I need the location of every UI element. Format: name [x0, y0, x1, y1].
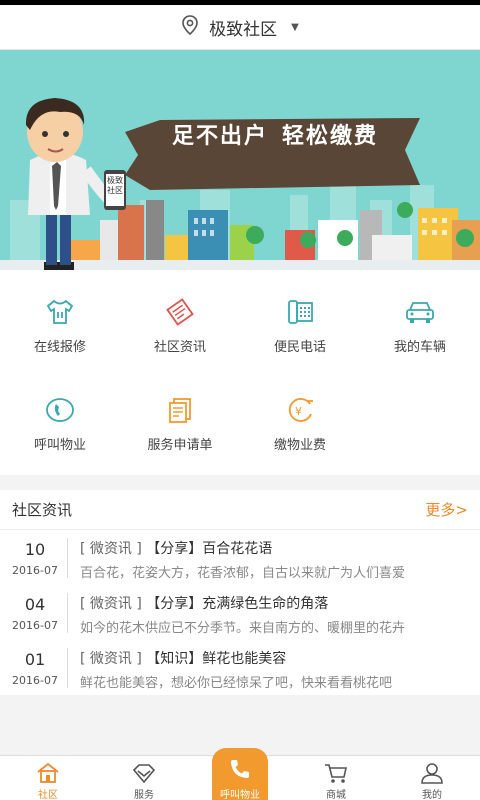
car-icon	[403, 298, 437, 326]
tab-mine[interactable]: 我的	[384, 756, 480, 800]
news-header: 社区资讯 更多>	[0, 490, 480, 530]
tab-label: 社区	[38, 790, 58, 800]
phone-icon	[228, 758, 252, 784]
service-request-form[interactable]: 服务申请单	[120, 368, 240, 453]
location-pin-icon	[181, 15, 199, 39]
service-convenience-phone[interactable]: 便民电话	[240, 270, 360, 355]
repair-shirt-icon	[43, 298, 77, 326]
phone-screen-text: 极致 社区	[106, 176, 124, 196]
news-item[interactable]: 04 2016-07 [ 微资讯 ] 【分享】充满绿色生命的角落 如今的花木供应…	[0, 587, 480, 642]
tab-label: 我的	[422, 790, 442, 800]
news-headline: 百合花花语	[202, 541, 273, 557]
cart-icon	[323, 761, 349, 785]
news-title: [ 微资讯 ] 【分享】充满绿色生命的角落	[80, 593, 328, 613]
news-category: [ 微资讯 ]	[80, 541, 142, 557]
news-category: [ 微资讯 ]	[80, 596, 142, 612]
service-label: 缴物业费	[273, 438, 326, 453]
divider	[67, 538, 68, 578]
news-tag: 【分享】	[146, 596, 203, 612]
news-date: 04 2016-07	[8, 595, 62, 632]
news-year-month: 2016-07	[12, 564, 58, 577]
news-tag: 【分享】	[146, 541, 203, 557]
service-label: 呼叫物业	[33, 438, 86, 453]
service-label: 社区资讯	[153, 340, 206, 355]
yen-payment-icon: ¥	[283, 396, 317, 424]
news-section: 社区资讯 更多> 10 2016-07 [ 微资讯 ] 【分享】百合花花语 百合…	[0, 490, 480, 695]
news-date: 01 2016-07	[8, 650, 62, 687]
top-bar: 极致社区 ▼	[0, 5, 480, 50]
tab-service[interactable]: 服务	[96, 756, 192, 800]
divider	[67, 648, 68, 688]
tab-label: 服务	[134, 790, 154, 800]
news-day: 04	[24, 595, 46, 614]
news-year-month: 2016-07	[12, 619, 58, 632]
tab-call-property[interactable]: 呼叫物业	[212, 748, 268, 800]
banner-illustration	[0, 98, 480, 270]
phone-call-icon	[43, 396, 77, 424]
news-title: [ 微资讯 ] 【分享】百合花花语	[80, 538, 272, 558]
tab-mall[interactable]: 商城	[288, 756, 384, 800]
svg-text:¥: ¥	[295, 405, 302, 418]
banner-slogan: 足不出户 轻松缴费	[150, 118, 400, 150]
service-my-car[interactable]: 我的车辆	[360, 270, 480, 355]
service-label: 在线报修	[33, 340, 86, 355]
news-category: [ 微资讯 ]	[80, 651, 142, 667]
form-icon	[163, 396, 197, 424]
news-year-month: 2016-07	[12, 674, 58, 687]
news-headline: 鲜花也能美容	[202, 651, 287, 667]
phone-text-line2: 社区	[107, 186, 123, 195]
news-summary: 百合花，花姿大方，花香浓郁，自古以来就广为人们喜爱	[80, 566, 406, 581]
news-day: 10	[24, 540, 46, 559]
service-call-property[interactable]: 呼叫物业	[0, 368, 120, 453]
news-day: 01	[24, 650, 46, 669]
divider	[67, 593, 68, 633]
chevron-down-icon: ▼	[291, 21, 299, 33]
phonebook-icon	[283, 298, 317, 326]
location-name: 极致社区	[209, 19, 278, 40]
tab-label: 商城	[326, 790, 346, 800]
service-label: 便民电话	[273, 340, 326, 355]
service-label: 服务申请单	[147, 438, 213, 453]
news-summary: 鲜花也能美容，想必你已经惊呆了吧，快来看看桃花吧	[80, 676, 393, 691]
news-more-link[interactable]: 更多>	[425, 499, 468, 520]
news-item[interactable]: 10 2016-07 [ 微资讯 ] 【分享】百合花花语 百合花，花姿大方，花香…	[0, 532, 480, 587]
news-title: [ 微资讯 ] 【知识】鲜花也能美容	[80, 648, 286, 668]
news-tag: 【知识】	[146, 651, 203, 667]
service-online-repair[interactable]: 在线报修	[0, 270, 120, 355]
home-icon	[35, 761, 61, 785]
news-headline: 充满绿色生命的角落	[202, 596, 329, 612]
user-icon	[419, 761, 445, 785]
tab-label: 呼叫物业	[220, 790, 260, 800]
news-icon	[163, 298, 197, 326]
slogan-left: 足不出户	[171, 124, 268, 149]
slogan-right: 轻松缴费	[282, 124, 379, 149]
news-section-title: 社区资讯	[12, 501, 73, 519]
service-grid: 在线报修 社区资讯 便民电话 我的车辆 呼叫物业 服务申请单 ¥ 缴物业费	[0, 270, 480, 475]
promo-banner[interactable]: 极致 社区 足不出户 轻松缴费	[0, 50, 480, 270]
diamond-icon	[131, 761, 157, 785]
location-selector[interactable]: 极致社区 ▼	[181, 15, 299, 40]
news-item[interactable]: 01 2016-07 [ 微资讯 ] 【知识】鲜花也能美容 鲜花也能美容，想必你…	[0, 642, 480, 697]
news-summary: 如今的花木供应已不分季节。来自南方的、暖棚里的花卉	[80, 621, 406, 636]
phone-text-line1: 极致	[107, 176, 123, 185]
service-label: 我的车辆	[393, 340, 446, 355]
service-community-news[interactable]: 社区资讯	[120, 270, 240, 355]
tab-community[interactable]: 社区	[0, 756, 96, 800]
service-pay-fee[interactable]: ¥ 缴物业费	[240, 368, 360, 453]
news-date: 10 2016-07	[8, 540, 62, 577]
